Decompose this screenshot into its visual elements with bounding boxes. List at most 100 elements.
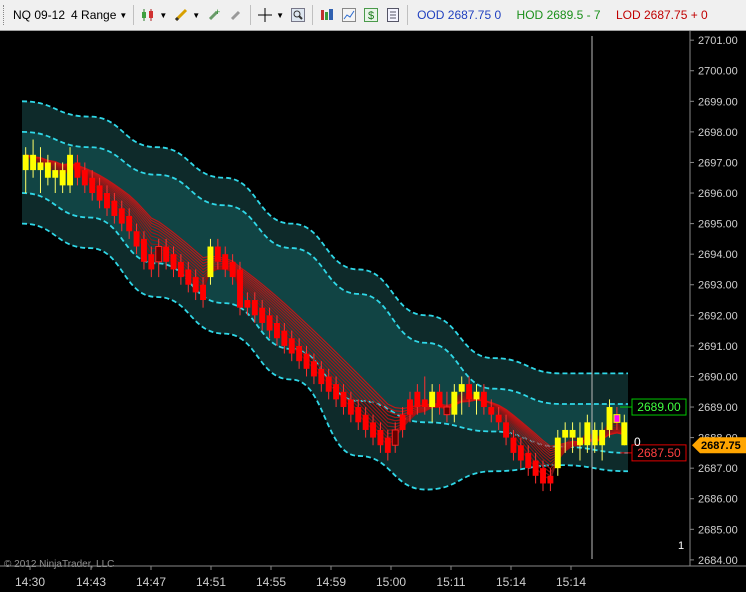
period-selector[interactable]: 4 Range ▼ — [68, 4, 130, 26]
price-marker-label: 2687.50 — [637, 446, 681, 460]
candle-body — [281, 330, 288, 346]
strategies-button[interactable]: $ — [360, 4, 382, 26]
x-tick-label: 14:55 — [256, 575, 286, 589]
price-chart[interactable]: 2684.002685.002686.002687.002688.002689.… — [0, 31, 746, 592]
candle-body — [251, 300, 258, 316]
toolbar-divider — [250, 5, 252, 25]
candle-body — [30, 154, 37, 171]
candle-body — [407, 399, 413, 415]
candle-body — [140, 238, 147, 262]
zoom-icon — [290, 7, 306, 23]
candle-body — [96, 185, 103, 201]
candle-body — [377, 429, 384, 446]
x-tick-label: 14:47 — [136, 575, 166, 589]
candle-body — [370, 422, 376, 438]
chevron-down-icon: ▼ — [119, 10, 128, 20]
candle-body — [155, 246, 163, 263]
y-tick-label: 2684.00 — [698, 555, 738, 567]
y-tick-label: 2700.00 — [698, 66, 738, 78]
candle-body — [451, 391, 458, 415]
candle-body — [443, 406, 451, 416]
candle-body — [473, 391, 480, 400]
candle-body — [340, 391, 347, 408]
candle-body — [347, 399, 354, 415]
candle-body — [399, 414, 406, 430]
market-quote: OOD 2687.75 0 HOD 2689.5 - 7 LOD 2687.75… — [417, 8, 708, 22]
y-tick-label: 2701.00 — [698, 35, 738, 47]
chevron-down-icon: ▼ — [159, 10, 168, 20]
svg-text:+: + — [215, 7, 220, 17]
svg-text:$: $ — [368, 10, 374, 22]
candlestick-icon — [140, 7, 156, 23]
period-label: 4 Range — [71, 8, 117, 22]
candle-body — [466, 384, 473, 400]
drawing-tools-button[interactable]: ▼ — [170, 4, 203, 26]
candle-body — [325, 376, 332, 392]
candle-body — [384, 437, 391, 453]
candle-body — [547, 475, 554, 484]
toolbar-divider — [133, 5, 135, 25]
data-box-button[interactable] — [316, 4, 338, 26]
candle-body — [577, 437, 583, 446]
candle-body — [562, 429, 569, 438]
candle-body — [569, 429, 576, 438]
crosshair-icon — [257, 7, 273, 23]
y-tick-label: 2690.00 — [698, 371, 738, 383]
zoom-button[interactable] — [287, 4, 309, 26]
candle-body — [310, 361, 317, 377]
instrument-selector[interactable]: NQ 09-12 — [10, 4, 68, 26]
x-tick-label: 14:59 — [316, 575, 346, 589]
last-price-label: 2687.75 — [701, 440, 741, 452]
candle-body — [118, 208, 125, 224]
candle-body — [104, 193, 110, 209]
dollar-icon: $ — [363, 7, 379, 23]
candle-body — [288, 338, 295, 354]
ood-quote: OOD 2687.75 0 — [417, 8, 501, 22]
chart-trader-button[interactable] — [338, 4, 360, 26]
x-tick-label: 14:51 — [196, 575, 226, 589]
candle-body — [599, 429, 606, 446]
volume-marker: 0 — [634, 435, 641, 449]
hod-quote: HOD 2689.5 - 7 — [517, 8, 601, 22]
candle-body — [362, 414, 369, 430]
candle-body — [222, 254, 229, 270]
toolbar-grip[interactable] — [3, 5, 10, 25]
zoom-out-button[interactable] — [225, 4, 247, 26]
crosshair-button[interactable]: ▼ — [254, 4, 287, 26]
y-tick-label: 2696.00 — [698, 188, 738, 200]
candle-body — [296, 345, 303, 362]
y-tick-label: 2692.00 — [698, 310, 738, 322]
hod-value: 2689.5 - 7 — [546, 8, 601, 22]
y-tick-label: 2699.00 — [698, 96, 738, 108]
y-tick-label: 2687.00 — [698, 463, 738, 475]
candle-body — [237, 269, 243, 308]
y-tick-label: 2685.00 — [698, 524, 738, 536]
chart-icon — [341, 7, 357, 23]
price-marker-label: 2689.00 — [637, 400, 681, 414]
candle-body — [74, 162, 81, 178]
chart-style-button[interactable]: ▼ — [137, 4, 170, 26]
x-tick-label: 15:00 — [376, 575, 406, 589]
candle-body — [584, 422, 591, 446]
properties-button[interactable] — [382, 4, 404, 26]
candle-body — [621, 422, 628, 446]
candle-body — [229, 261, 236, 278]
candle-body — [429, 391, 436, 408]
candle-body — [111, 200, 118, 216]
candle-body — [89, 177, 96, 194]
ood-value: 2687.75 — [447, 8, 492, 22]
candle-body — [517, 445, 524, 461]
candle-body — [510, 437, 517, 453]
candle-body — [333, 384, 340, 400]
candle-body — [44, 162, 51, 178]
candle-body — [259, 307, 266, 323]
chevron-down-icon: ▼ — [192, 10, 201, 20]
candle-body — [532, 460, 539, 476]
toolbar-divider — [312, 5, 314, 25]
candle-body — [606, 407, 613, 430]
candle-body — [244, 300, 251, 308]
candle-body — [274, 322, 280, 339]
y-tick-label: 2697.00 — [698, 157, 738, 169]
candle-body — [59, 170, 66, 186]
zoom-in-button[interactable]: + — [203, 4, 225, 26]
